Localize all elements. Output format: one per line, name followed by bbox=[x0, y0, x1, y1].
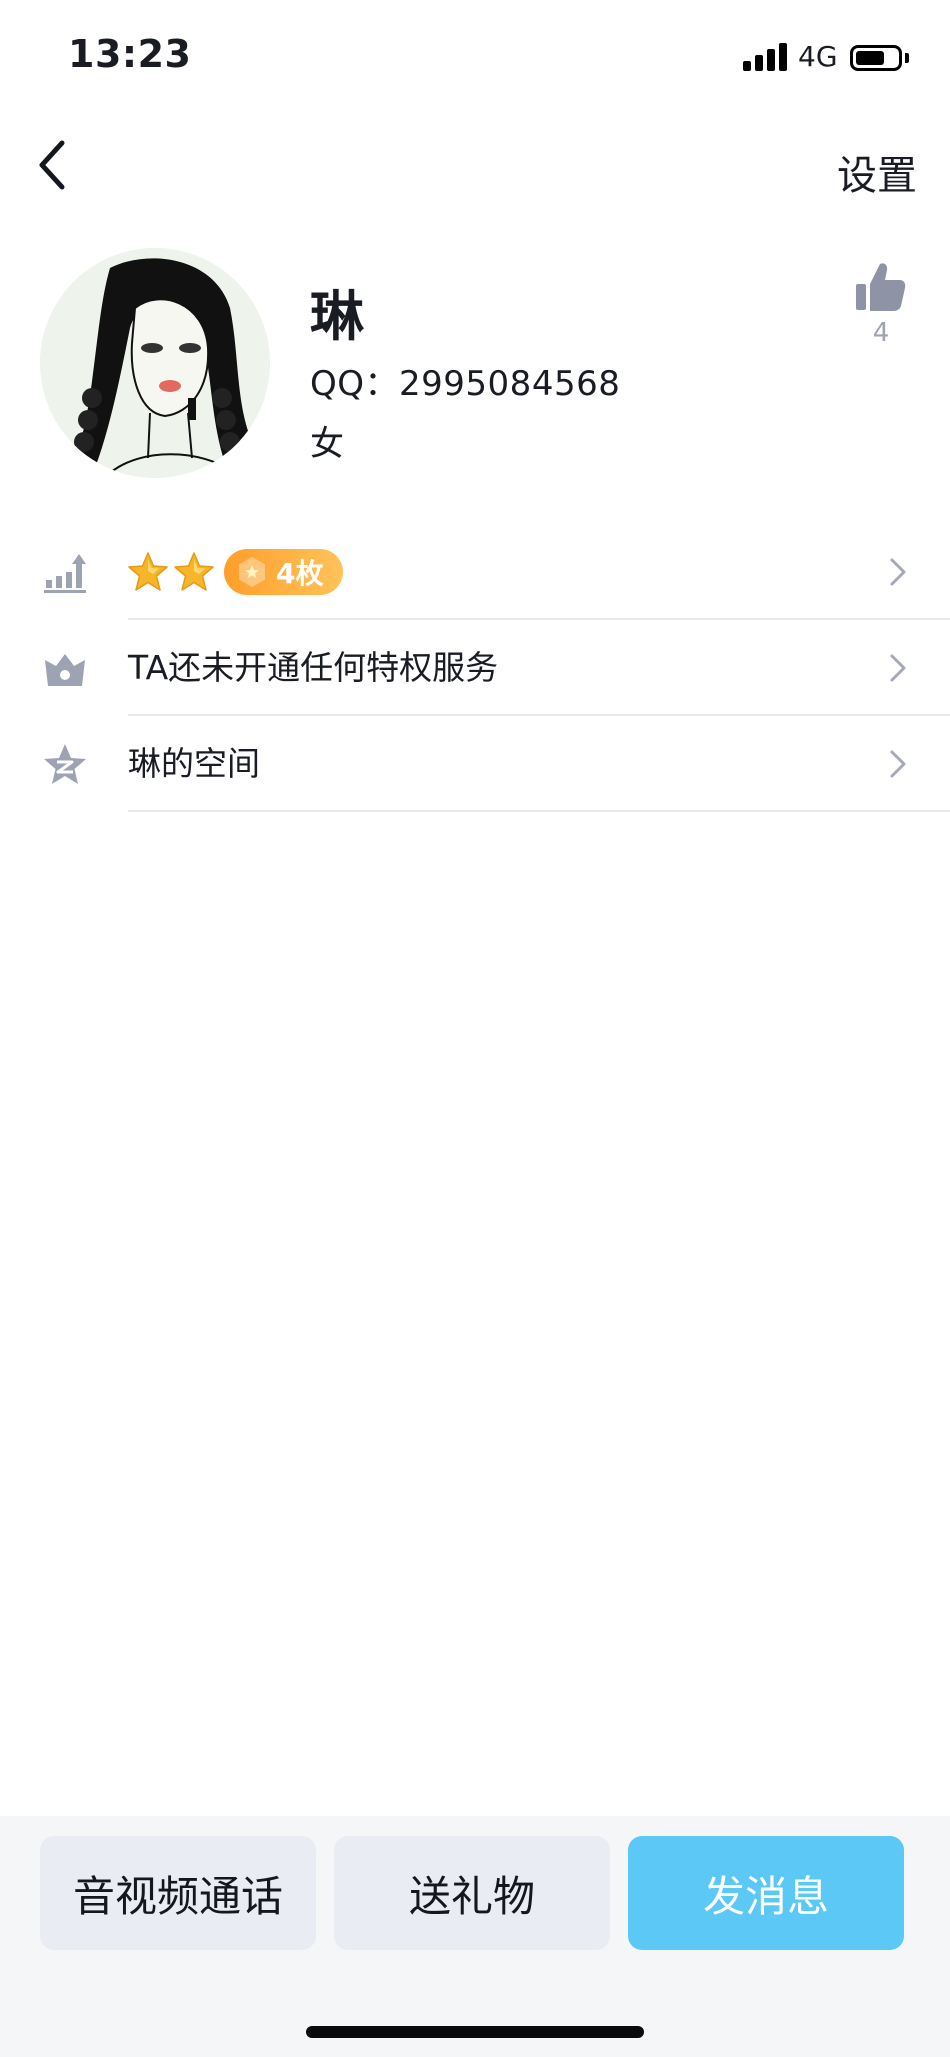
gender-label: 女 bbox=[310, 424, 344, 464]
privilege-label: TA还未开通任何特权服务 bbox=[128, 648, 499, 687]
level-up-icon bbox=[44, 554, 86, 593]
chevron-right-icon bbox=[890, 750, 906, 778]
medal-badge: 4枚 bbox=[224, 549, 344, 595]
star-icon bbox=[128, 552, 168, 591]
medal-count: 4枚 bbox=[276, 557, 324, 590]
medal-icon bbox=[239, 556, 265, 588]
crown-icon bbox=[45, 654, 85, 686]
like-button[interactable] bbox=[850, 258, 910, 318]
battery-cap bbox=[905, 53, 909, 63]
avatar[interactable] bbox=[40, 248, 270, 478]
send-gift-button[interactable]: 送礼物 bbox=[334, 1836, 610, 1950]
qzone-star-icon bbox=[44, 744, 86, 784]
network-label: 4G bbox=[798, 40, 838, 73]
level-row[interactable]: 4枚 bbox=[0, 524, 950, 620]
avatar-illustration bbox=[40, 248, 270, 478]
qq-number: QQ：2995084568 bbox=[310, 364, 621, 404]
chevron-left-icon bbox=[39, 140, 65, 190]
back-button[interactable] bbox=[30, 135, 80, 195]
level-stars: 4枚 bbox=[126, 548, 344, 596]
status-bar: 13:23 4G bbox=[0, 0, 950, 110]
privilege-row[interactable]: TA还未开通任何特权服务 bbox=[0, 620, 950, 716]
send-message-button[interactable]: 发消息 bbox=[628, 1836, 904, 1950]
status-time: 13:23 bbox=[68, 32, 192, 76]
space-row[interactable]: 琳的空间 bbox=[0, 716, 950, 812]
signal-icon bbox=[743, 43, 788, 71]
chevron-right-icon bbox=[890, 558, 906, 586]
settings-link[interactable]: 设置 bbox=[837, 143, 917, 201]
av-call-button[interactable]: 音视频通话 bbox=[40, 1836, 316, 1950]
divider bbox=[128, 810, 950, 812]
space-label: 琳的空间 bbox=[128, 744, 260, 783]
star-icon bbox=[174, 552, 214, 591]
profile-name: 琳 bbox=[310, 285, 364, 348]
home-indicator bbox=[306, 2026, 644, 2038]
thumbs-up-icon bbox=[856, 263, 906, 311]
battery-icon bbox=[850, 45, 902, 71]
chevron-right-icon bbox=[890, 654, 906, 682]
like-count: 4 bbox=[872, 318, 890, 348]
